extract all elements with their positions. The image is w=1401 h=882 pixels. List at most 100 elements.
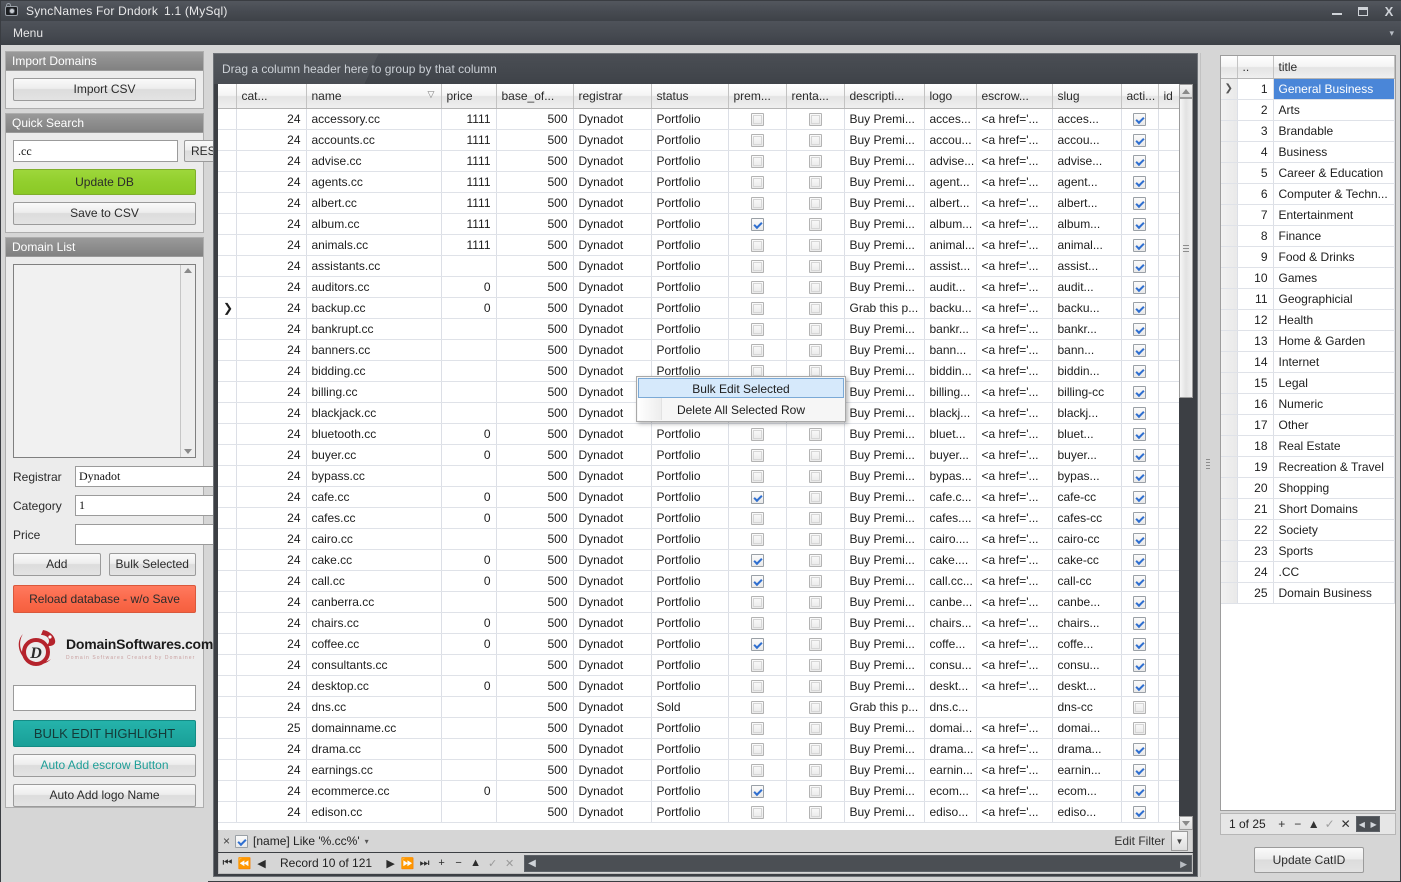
cell-registrar[interactable]: Dynadot xyxy=(573,444,652,466)
cell-status[interactable]: Portfolio xyxy=(651,444,729,466)
cat-row-indicator[interactable] xyxy=(1221,435,1238,457)
panel-splitter[interactable] xyxy=(1200,53,1214,877)
cell-logo[interactable]: bluet... xyxy=(924,423,977,445)
cell-base_of[interactable]: 500 xyxy=(496,486,574,508)
cell-renta[interactable] xyxy=(786,234,845,256)
table-row[interactable]: ❯ 24 backup.cc 0 500 Dynadot Portfolio Grab thi… xyxy=(218,297,1193,319)
cell-escrow[interactable]: <a href='... xyxy=(976,654,1053,676)
row-checkbox[interactable] xyxy=(808,721,822,735)
cell-description[interactable]: Buy Premi... xyxy=(844,150,925,172)
row-checkbox[interactable] xyxy=(750,637,764,651)
row-checkbox[interactable] xyxy=(808,511,822,525)
cell-price[interactable] xyxy=(441,381,497,403)
categories-grid[interactable]: .. title ❯ 1 General Business 2 Arts 3 Brandabl… xyxy=(1220,55,1396,811)
cell-cat[interactable]: 24 xyxy=(236,612,307,634)
row-checkbox[interactable] xyxy=(750,553,764,567)
table-row[interactable]: 24 accessory.cc 1111 500 Dynadot Portfolio Buy… xyxy=(218,108,1193,130)
row-indicator[interactable] xyxy=(218,423,237,445)
cell-cat[interactable]: 24 xyxy=(236,318,307,340)
row-indicator[interactable] xyxy=(218,801,237,823)
cell-slug[interactable]: cafes-cc xyxy=(1052,507,1122,529)
cell-logo[interactable]: bann... xyxy=(924,339,977,361)
cell-base_of[interactable]: 500 xyxy=(496,108,574,130)
cell-acti[interactable] xyxy=(1121,738,1159,760)
cell-cat-title[interactable]: Finance xyxy=(1273,225,1395,247)
cell-logo[interactable]: earnin... xyxy=(924,759,977,781)
cell-escrow[interactable]: <a href='... xyxy=(976,780,1053,802)
cell-registrar[interactable]: Dynadot xyxy=(573,108,652,130)
row-checkbox[interactable] xyxy=(808,595,822,609)
cell-price[interactable]: 1111 xyxy=(441,171,497,193)
table-row[interactable]: 24 ecommerce.cc 0 500 Dynadot Portfolio Buy Pr… xyxy=(218,780,1193,802)
row-checkbox[interactable] xyxy=(808,574,822,588)
bulk-selected-button[interactable]: Bulk Selected xyxy=(108,553,196,576)
cell-base_of[interactable]: 500 xyxy=(496,528,574,550)
cell-status[interactable]: Portfolio xyxy=(651,654,729,676)
cell-registrar[interactable]: Dynadot xyxy=(573,738,652,760)
cell-escrow[interactable]: <a href='... xyxy=(976,507,1053,529)
grid-column-header-name[interactable]: name ▽ xyxy=(306,84,442,109)
cell-registrar[interactable]: Dynadot xyxy=(573,171,652,193)
cell-logo[interactable]: cafes.... xyxy=(924,507,977,529)
row-checkbox[interactable] xyxy=(1133,784,1146,798)
cell-logo[interactable]: call.cc... xyxy=(924,570,977,592)
cell-cat-title[interactable]: Food & Drinks xyxy=(1273,246,1395,268)
cell-name[interactable]: coffee.cc xyxy=(306,633,442,655)
nav-first-icon[interactable]: ⏮ xyxy=(219,857,236,870)
filter-enabled-checkbox[interactable] xyxy=(235,834,249,848)
cell-renta[interactable] xyxy=(786,444,845,466)
grid-vertical-scrollbar[interactable] xyxy=(1179,84,1193,830)
cell-status[interactable]: Portfolio xyxy=(651,213,729,235)
cell-description[interactable]: Buy Premi... xyxy=(844,612,925,634)
cell-base_of[interactable]: 500 xyxy=(496,381,574,403)
bulk-edit-highlight-button[interactable]: BULK EDIT HIGHLIGHT xyxy=(13,720,196,747)
cell-cat-id[interactable]: 17 xyxy=(1237,414,1274,436)
category-row[interactable]: 23 Sports xyxy=(1221,540,1395,562)
cell-registrar[interactable]: Dynadot xyxy=(573,255,652,277)
row-indicator[interactable] xyxy=(218,717,237,739)
row-checkbox[interactable] xyxy=(1133,385,1146,399)
cell-cat-title[interactable]: Home & Garden xyxy=(1273,330,1395,352)
cell-description[interactable]: Buy Premi... xyxy=(844,129,925,151)
cell-cat[interactable]: 24 xyxy=(236,780,307,802)
cat-row-indicator[interactable] xyxy=(1221,456,1238,478)
cell-price[interactable]: 1111 xyxy=(441,213,497,235)
cell-price[interactable] xyxy=(441,591,497,613)
cell-slug[interactable]: audit... xyxy=(1052,276,1122,298)
cell-logo[interactable]: dns.c... xyxy=(924,696,977,718)
cell-registrar[interactable]: Dynadot xyxy=(573,486,652,508)
cell-cat-title[interactable]: Entertainment xyxy=(1273,204,1395,226)
cell-renta[interactable] xyxy=(786,276,845,298)
cell-name[interactable]: chairs.cc xyxy=(306,612,442,634)
row-checkbox[interactable] xyxy=(750,112,764,126)
cell-base_of[interactable]: 500 xyxy=(496,402,574,424)
row-indicator[interactable] xyxy=(218,696,237,718)
cell-price[interactable]: 1111 xyxy=(441,108,497,130)
cell-price[interactable] xyxy=(441,759,497,781)
row-checkbox[interactable] xyxy=(808,553,822,567)
cell-renta[interactable] xyxy=(786,528,845,550)
cell-cat-id[interactable]: 14 xyxy=(1237,351,1274,373)
cell-cat[interactable]: 24 xyxy=(236,234,307,256)
cat-row-indicator[interactable] xyxy=(1221,393,1238,415)
cell-renta[interactable] xyxy=(786,570,845,592)
row-checkbox[interactable] xyxy=(1133,343,1146,357)
cell-slug[interactable]: chairs... xyxy=(1052,612,1122,634)
cell-escrow[interactable]: <a href='... xyxy=(976,759,1053,781)
cell-cat[interactable]: 24 xyxy=(236,801,307,823)
cell-base_of[interactable]: 500 xyxy=(496,150,574,172)
cell-slug[interactable]: biddin... xyxy=(1052,360,1122,382)
cell-base_of[interactable]: 500 xyxy=(496,570,574,592)
cell-description[interactable]: Buy Premi... xyxy=(844,591,925,613)
cell-base_of[interactable]: 500 xyxy=(496,255,574,277)
cell-base_of[interactable]: 500 xyxy=(496,297,574,319)
row-indicator[interactable] xyxy=(218,381,237,403)
cell-acti[interactable] xyxy=(1121,759,1159,781)
cell-base_of[interactable]: 500 xyxy=(496,129,574,151)
cell-status[interactable]: Portfolio xyxy=(651,759,729,781)
cell-registrar[interactable]: Dynadot xyxy=(573,297,652,319)
cell-base_of[interactable]: 500 xyxy=(496,675,574,697)
cell-price[interactable]: 1111 xyxy=(441,150,497,172)
cell-acti[interactable] xyxy=(1121,150,1159,172)
cell-cat[interactable]: 24 xyxy=(236,150,307,172)
